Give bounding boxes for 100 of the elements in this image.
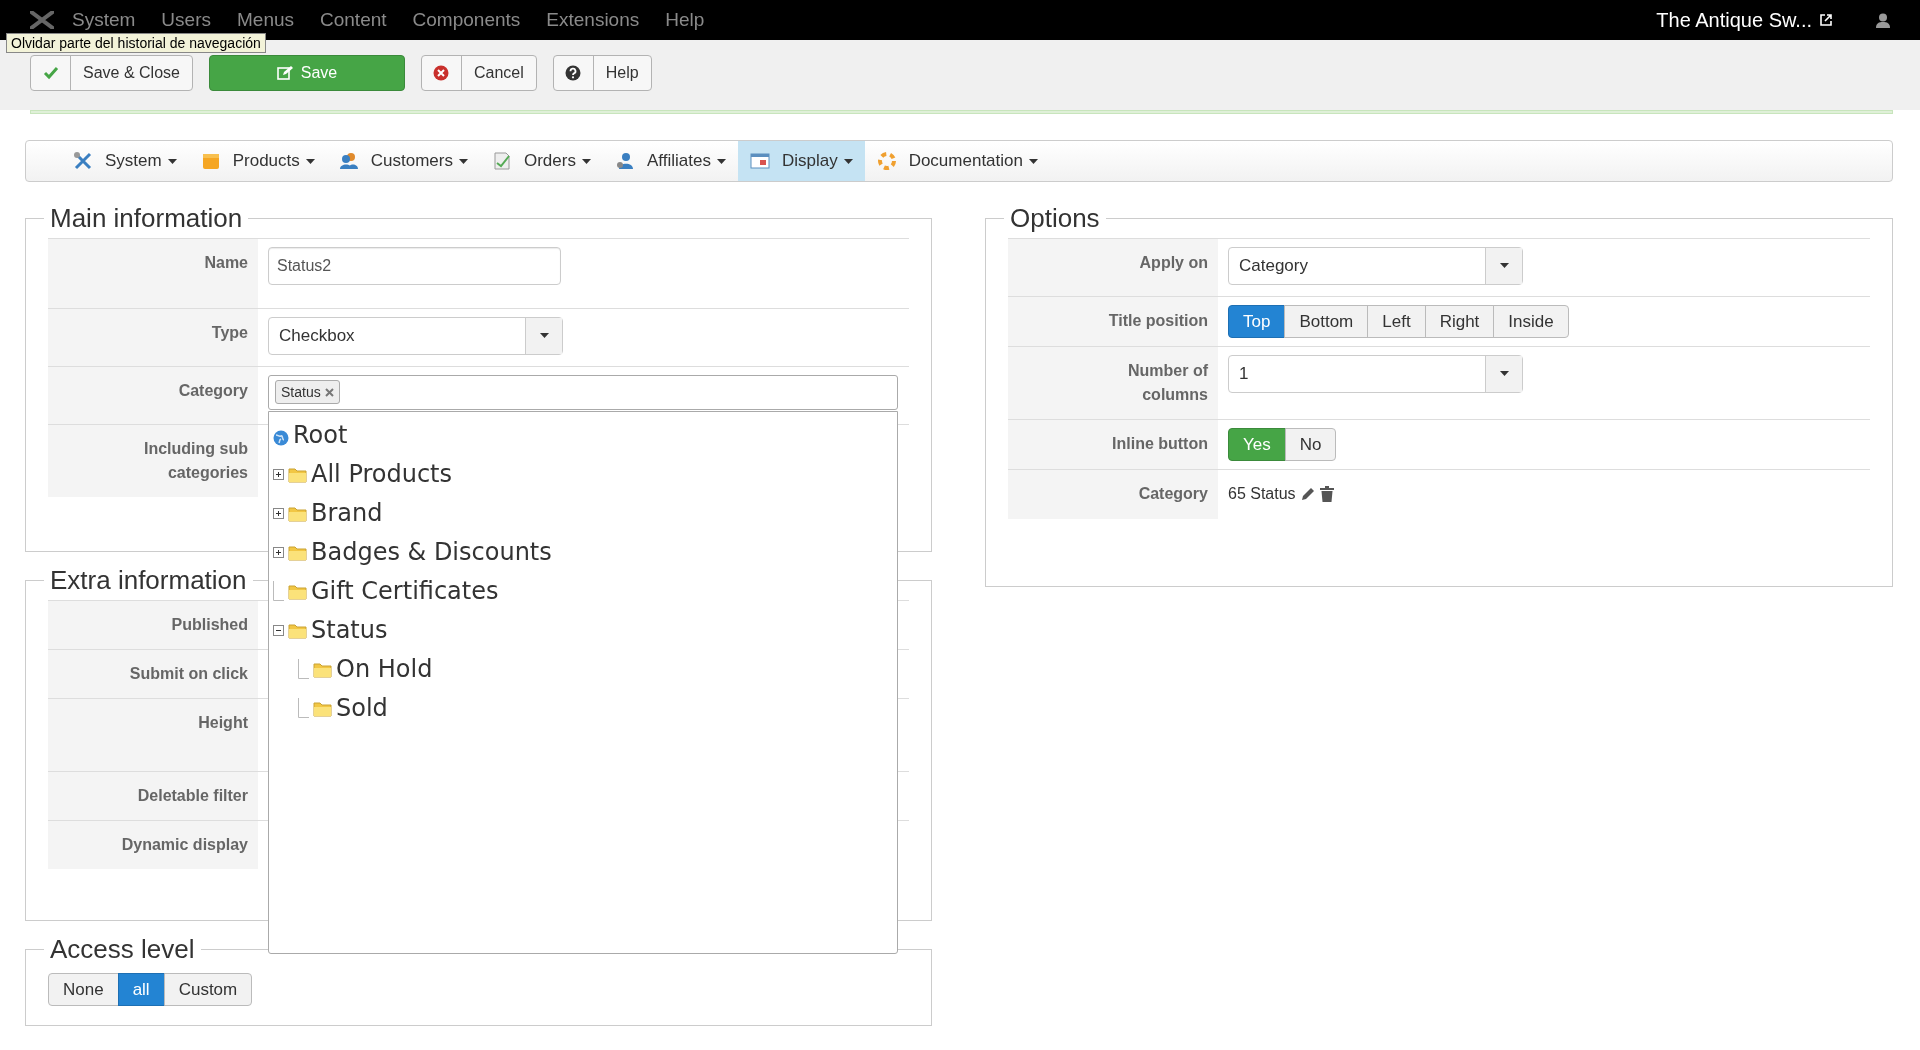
folder-icon [288,465,307,484]
expand-icon [273,507,284,519]
folder-icon [288,504,307,523]
edit-icon [276,65,293,81]
menu-item[interactable]: Content [320,5,387,35]
section-title: Main information [49,202,244,235]
window-icon [749,151,770,171]
menu-tab[interactable]: Documentation [864,141,1050,181]
caret-icon [581,158,591,164]
field-label: Dynamic display [121,835,248,853]
tag-field[interactable]: Status [268,374,898,410]
help-button[interactable]: Help [552,55,652,91]
trash-icon [1319,485,1334,502]
option-button[interactable]: Left [1367,304,1426,338]
menu-tab[interactable]: Customers [326,141,480,181]
field-label: Inline button [1112,434,1208,452]
option-button[interactable]: None [48,972,119,1006]
menu-item[interactable]: Components [412,5,521,35]
folder-icon [288,543,307,562]
field-label: Title position [1108,311,1208,329]
tree-item[interactable]: Brand [311,495,383,532]
caret-icon [167,158,177,164]
collapse-icon [273,624,284,636]
field-label: Category [1138,484,1208,502]
tooltip: Olvidar parte del historial de navegación [6,33,266,53]
menu-item[interactable]: System [72,5,136,35]
menu-item[interactable]: Users [161,5,211,35]
check-icon [42,65,59,81]
tree-item[interactable]: Root [293,417,348,454]
edit-icon [1299,485,1316,502]
menu-tab[interactable]: System [61,141,189,181]
select-field[interactable]: 1 [1228,354,1523,393]
caret-icon [1029,158,1038,164]
option-button[interactable]: all [117,972,165,1006]
tag: Status [275,380,340,405]
folder-icon [288,621,307,640]
tree-item[interactable]: Gift Certificates [311,573,499,610]
option-button[interactable]: Inside [1493,304,1569,338]
field-label: Name [204,253,248,271]
field-label: Published [171,615,248,633]
field-label: Height [198,713,248,731]
menu-tab[interactable]: Products [188,141,327,181]
expand-icon [273,468,284,480]
field-label: Type [211,323,248,341]
tree-line [298,659,309,680]
field-label: Submit on click [129,664,248,682]
caret-icon [539,333,549,339]
tree-item[interactable]: Status [311,612,388,649]
select-field[interactable]: Checkbox [268,316,563,355]
menu-item[interactable]: Menus [237,5,294,35]
menu-tab[interactable]: Orders [479,141,603,181]
tree-item[interactable]: All Products [311,456,452,493]
logo-icon [30,11,54,29]
menu-tab[interactable]: Affiliates [602,141,738,181]
cancel-button[interactable]: Cancel [420,55,537,91]
site-link[interactable]: The Antique Sw... [1656,5,1832,35]
menu-item[interactable]: Extensions [546,5,640,35]
field-label: Deletable filter [137,786,248,804]
lifebuoy-icon [876,151,897,171]
option-button[interactable]: Custom [163,972,253,1006]
tree-line [273,581,284,602]
category-value: 65 Status [1228,483,1296,504]
document-icon [491,151,512,171]
caret-icon [843,158,853,164]
section-title: Extra information [49,564,248,597]
menu-tab[interactable]: Display [737,141,865,181]
text-field[interactable]: Status2 [268,246,561,285]
field-label: Category [178,381,248,399]
globe-icon [273,430,289,447]
caret-icon [1499,371,1509,377]
external-link-icon [1820,14,1832,26]
caret-icon [305,158,315,164]
option-button[interactable]: Right [1424,304,1495,338]
cancel-icon [433,65,450,81]
tree-item[interactable]: On Hold [336,651,433,688]
person-icon [614,151,635,171]
tree-item[interactable]: Badges & Discounts [311,534,552,571]
caret-icon [716,158,726,164]
field-label: Number of columns [1128,361,1208,403]
folder-icon [313,699,332,718]
box-icon [200,151,221,171]
tree-item[interactable]: Sold [336,690,388,727]
expand-icon [273,546,284,558]
tools-icon [73,151,93,171]
help-icon [565,65,582,81]
save-close-button[interactable]: Save & Close [30,55,193,91]
section-title: Options [1009,202,1101,235]
field-label: Apply on [1139,253,1208,271]
caret-icon [458,158,468,164]
option-button[interactable]: No [1284,427,1337,461]
field-label: Including sub categories [144,439,248,481]
option-button[interactable]: Top [1228,304,1286,338]
section-title: Access level [49,933,196,966]
caret-icon [1499,263,1509,269]
option-button[interactable]: Bottom [1284,304,1369,338]
people-icon [338,151,359,171]
select-field[interactable]: Category [1228,246,1523,285]
menu-item[interactable]: Help [665,5,705,35]
tree-line [298,698,309,719]
remove-icon [324,387,334,397]
